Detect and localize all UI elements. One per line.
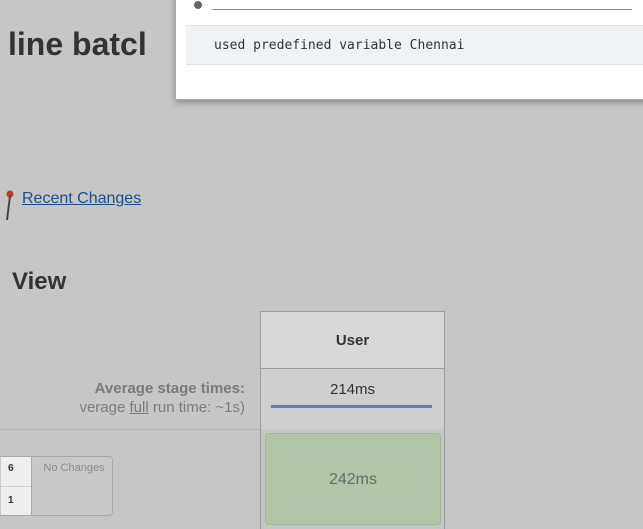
average-full-run-suffix: run time: ~1s) — [148, 399, 245, 416]
stage-view-title: View — [12, 268, 67, 295]
page-title: line batcl — [8, 26, 147, 62]
average-full-run-time-label: verage full run time: ~1s) — [79, 399, 245, 416]
popup-link[interactable] — [212, 1, 632, 10]
row-divider — [0, 429, 262, 430]
build-number-separator — [1, 486, 31, 487]
console-log-line: used predefined variable Chennai — [186, 25, 643, 65]
build-number-bottom: 1 — [8, 495, 14, 506]
stage-average-time: 214ms — [329, 381, 376, 398]
full-run-link[interactable]: full — [130, 399, 149, 416]
average-stage-times-label: Average stage times: — [94, 380, 245, 397]
no-changes-label: No Changes — [43, 462, 105, 474]
build-row-box[interactable]: 6 1 No Changes — [0, 456, 113, 516]
stage-result-cell[interactable]: 242ms — [265, 433, 441, 525]
recent-changes-link[interactable]: Recent Changes — [22, 190, 141, 208]
bullet-icon — [194, 1, 202, 9]
pushpin-icon — [6, 190, 14, 221]
console-output-popup: used predefined variable Chennai — [175, 0, 643, 100]
stage-column-header: User — [260, 311, 445, 369]
average-full-run-prefix: verage — [79, 399, 130, 416]
stage-average-cell: 214ms — [260, 369, 445, 429]
build-number-top: 6 — [8, 463, 14, 474]
build-number-cell[interactable]: 6 1 — [1, 457, 32, 515]
average-progress-bar — [271, 405, 432, 408]
